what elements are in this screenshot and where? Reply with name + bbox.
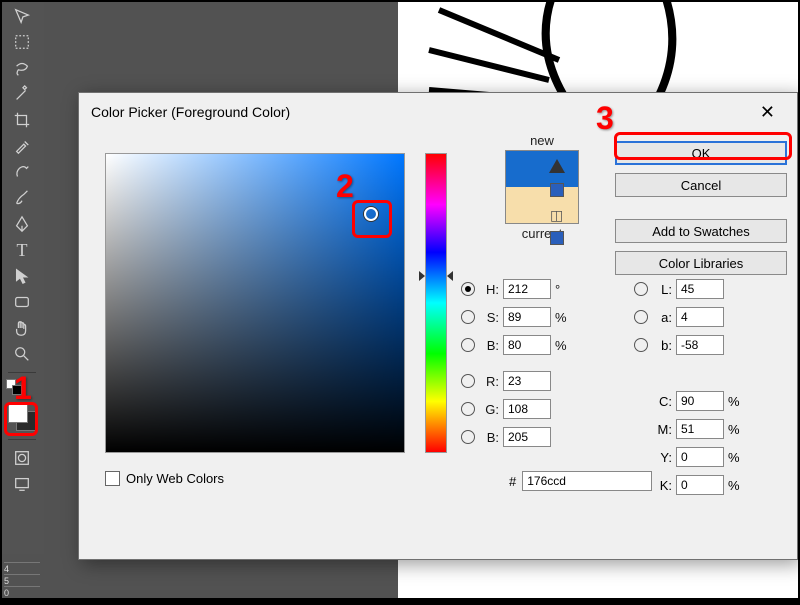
radio-l[interactable] <box>634 282 648 296</box>
quickmask-icon[interactable] <box>8 446 36 470</box>
color-libraries-button[interactable]: Color Libraries <box>615 251 787 275</box>
new-label: new <box>467 133 617 148</box>
input-s[interactable] <box>503 307 551 327</box>
heal-tool-icon[interactable] <box>8 160 36 184</box>
dialog-titlebar: Color Picker (Foreground Color) ✕ <box>79 93 797 131</box>
radio-bb[interactable] <box>461 338 475 352</box>
dialog-title: Color Picker (Foreground Color) <box>91 104 290 120</box>
input-a[interactable] <box>676 307 724 327</box>
gamut-warnings: ◫ <box>549 159 565 245</box>
input-lb[interactable] <box>676 335 724 355</box>
screenmode-icon[interactable] <box>8 472 36 496</box>
close-icon[interactable]: ✕ <box>750 98 785 127</box>
saturation-brightness-field[interactable] <box>105 153 405 453</box>
hand-tool-icon[interactable] <box>8 316 36 340</box>
new-color-swatch[interactable] <box>506 151 578 187</box>
tools-panel: T <box>0 0 44 600</box>
input-bb[interactable] <box>503 335 551 355</box>
radio-a[interactable] <box>634 310 648 324</box>
annotation-2: 2 <box>336 168 354 205</box>
input-g[interactable] <box>503 399 551 419</box>
radio-g[interactable] <box>461 402 475 416</box>
only-web-colors-label: Only Web Colors <box>126 471 224 486</box>
gamut-warning-icon[interactable] <box>549 159 565 173</box>
ruler: 4 5 0 <box>0 554 44 600</box>
hue-indicator <box>419 271 453 281</box>
only-web-colors-checkbox[interactable] <box>105 471 120 486</box>
input-h[interactable] <box>503 279 551 299</box>
hue-strip[interactable] <box>425 153 447 453</box>
move-tool-icon[interactable] <box>8 4 36 28</box>
input-r[interactable] <box>503 371 551 391</box>
ok-button[interactable]: OK <box>615 141 787 165</box>
hex-input[interactable] <box>522 471 652 491</box>
current-label: current <box>467 226 617 241</box>
color-picker-dialog: Color Picker (Foreground Color) ✕ new cu… <box>78 92 798 560</box>
pen-tool-icon[interactable] <box>8 212 36 236</box>
gamut-swatch-2[interactable] <box>550 231 564 245</box>
marquee-tool-icon[interactable] <box>8 30 36 54</box>
new-current-swatch <box>505 150 579 224</box>
gamut-swatch-1[interactable] <box>550 183 564 197</box>
radio-lb[interactable] <box>634 338 648 352</box>
hex-label: # <box>509 474 516 489</box>
brush-tool-icon[interactable] <box>8 186 36 210</box>
radio-s[interactable] <box>461 310 475 324</box>
annotation-3: 3 <box>596 100 614 137</box>
input-l[interactable] <box>676 279 724 299</box>
radio-h[interactable] <box>461 282 475 296</box>
input-y[interactable] <box>676 447 724 467</box>
path-select-tool-icon[interactable] <box>8 264 36 288</box>
annotation-1: 1 <box>14 370 32 407</box>
shape-tool-icon[interactable] <box>8 290 36 314</box>
lasso-tool-icon[interactable] <box>8 56 36 80</box>
wand-tool-icon[interactable] <box>8 82 36 106</box>
websafe-warning-icon[interactable]: ◫ <box>550 207 564 221</box>
input-c[interactable] <box>676 391 724 411</box>
sb-picker-indicator <box>364 207 378 221</box>
radio-r[interactable] <box>461 374 475 388</box>
current-color-swatch[interactable] <box>506 187 578 223</box>
eyedropper-tool-icon[interactable] <box>8 134 36 158</box>
input-b[interactable] <box>503 427 551 447</box>
zoom-tool-icon[interactable] <box>8 342 36 366</box>
radio-b[interactable] <box>461 430 475 444</box>
crop-tool-icon[interactable] <box>8 108 36 132</box>
input-k[interactable] <box>676 475 724 495</box>
type-tool-icon[interactable]: T <box>8 238 36 262</box>
add-to-swatches-button[interactable]: Add to Swatches <box>615 219 787 243</box>
input-m[interactable] <box>676 419 724 439</box>
cancel-button[interactable]: Cancel <box>615 173 787 197</box>
